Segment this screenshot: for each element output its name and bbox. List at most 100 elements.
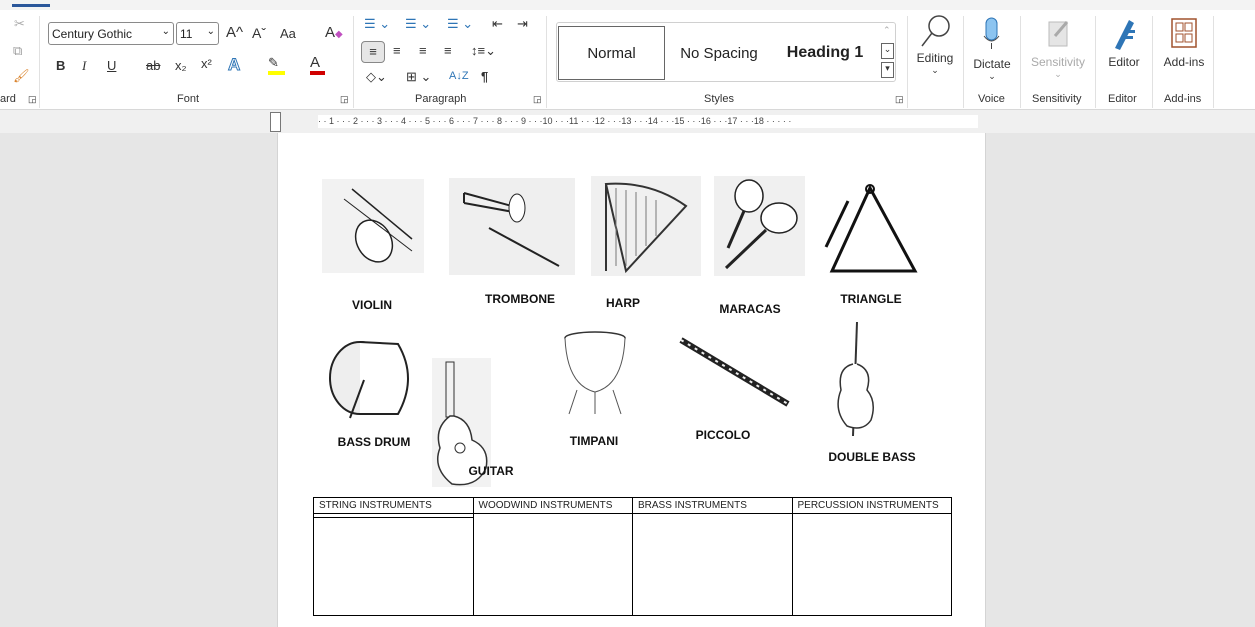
- maracas-image: [714, 176, 805, 276]
- instrument-label: GUITAR: [468, 464, 514, 478]
- bullets-icon[interactable]: ☰ ⌄: [364, 16, 390, 32]
- font-color-letter: A: [310, 54, 321, 71]
- table-header-cell[interactable]: BRASS INSTRUMENTS: [632, 497, 793, 514]
- piccolo-image: [679, 337, 790, 407]
- style-no-spacing[interactable]: No Spacing: [668, 26, 770, 80]
- add-ins-button[interactable]: Add-ins: [1160, 16, 1208, 69]
- shrink-font-button[interactable]: Aˇ: [252, 25, 266, 41]
- triangle-image: [824, 184, 918, 273]
- microphone-icon: [983, 17, 1000, 49]
- timpani-image: [564, 331, 626, 415]
- double-bass-image: [837, 321, 874, 437]
- instrument-label: HARP: [605, 296, 641, 310]
- violin-image: [322, 179, 424, 273]
- table-cell[interactable]: [791, 513, 952, 616]
- change-case-button[interactable]: Aa: [280, 26, 296, 41]
- editing-label: Editing: [916, 51, 954, 65]
- italic-button[interactable]: I: [82, 58, 86, 74]
- title-bar: [0, 0, 1255, 10]
- instrument-label: TRIANGLE: [840, 292, 902, 306]
- ribbon: ✂ ⧉ 🖌 ard ◲ Century Gothic ⌄ 11 ⌄ A^ Aˇ Aa…: [0, 10, 1255, 110]
- styles-scroll-down-icon[interactable]: ⌄: [881, 43, 894, 59]
- bass-drum-image: [329, 341, 409, 419]
- text-effects-button[interactable]: A: [227, 55, 240, 75]
- style-normal[interactable]: Normal: [558, 26, 665, 80]
- cut-icon[interactable]: ✂: [14, 16, 25, 32]
- instrument-label: VIOLIN: [351, 298, 393, 312]
- instrument-classification-table: STRING INSTRUMENTS WOODWIND INSTRUMENTS …: [313, 497, 952, 616]
- show-formatting-button[interactable]: ¶: [481, 69, 488, 84]
- instrument-label: MARACAS: [719, 302, 781, 316]
- font-dialog-launcher-icon[interactable]: ◲: [340, 94, 349, 105]
- add-ins-label: Add-ins: [1163, 55, 1205, 69]
- editor-pen-icon: [1115, 20, 1135, 50]
- bold-button[interactable]: B: [56, 58, 65, 73]
- styles-gallery: Normal No Spacing Heading 1 ⌃ ⌄ ▾: [556, 22, 896, 82]
- font-name-value: Century Gothic: [52, 27, 133, 41]
- chevron-down-icon: ⌄: [161, 26, 170, 37]
- paintbrush-icon[interactable]: 🖌: [13, 68, 30, 84]
- styles-more-icon[interactable]: ▾: [881, 62, 894, 78]
- multilevel-list-icon[interactable]: ☰ ⌄: [447, 16, 473, 32]
- copy-icon[interactable]: ⧉: [13, 43, 22, 59]
- styles-dialog-launcher-icon[interactable]: ◲: [895, 94, 904, 105]
- table-cell[interactable]: [313, 513, 474, 616]
- editor-label: Editor: [1108, 55, 1140, 69]
- trombone-image: [449, 178, 575, 275]
- shading-icon[interactable]: ◇⌄: [366, 69, 387, 85]
- instrument-label: BASS DRUM: [337, 435, 411, 449]
- paragraph-dialog-launcher-icon[interactable]: ◲: [533, 94, 542, 105]
- highlighter-icon: ✎: [268, 55, 279, 70]
- font-color-button[interactable]: A: [310, 54, 325, 75]
- sensitivity-button[interactable]: Sensitivity ⌄: [1027, 16, 1089, 80]
- active-tab-indicator: [12, 4, 50, 7]
- voice-group-label: Voice: [978, 93, 1005, 105]
- justify-icon[interactable]: ≡: [444, 43, 452, 58]
- align-left-icon[interactable]: ≡: [361, 41, 385, 63]
- chevron-down-icon: ⌄: [988, 71, 996, 81]
- dictate-button[interactable]: Dictate ⌄: [970, 16, 1014, 82]
- cell-divider: [314, 517, 473, 518]
- sort-button[interactable]: A↓Z: [449, 70, 469, 82]
- table-cell[interactable]: [632, 513, 793, 616]
- strikethrough-button[interactable]: ab: [146, 58, 160, 73]
- style-heading-1[interactable]: Heading 1: [777, 26, 873, 80]
- table-cell[interactable]: [472, 513, 633, 616]
- dictate-label: Dictate: [973, 57, 1011, 71]
- add-ins-group-label: Add-ins: [1164, 93, 1202, 105]
- align-right-icon[interactable]: ≡: [419, 43, 427, 58]
- paragraph-group-label: Paragraph: [415, 93, 467, 105]
- subscript-button[interactable]: x₂: [175, 58, 187, 73]
- table-header-cell[interactable]: STRING INSTRUMENTS: [313, 497, 474, 514]
- highlight-button[interactable]: ✎: [268, 55, 285, 75]
- font-size-value: 11: [180, 27, 193, 41]
- chevron-down-icon: ⌄: [206, 26, 215, 37]
- instrument-label: PICCOLO: [695, 428, 751, 442]
- clear-formatting-icon[interactable]: A◆: [325, 24, 343, 41]
- styles-group-label: Styles: [704, 93, 734, 105]
- line-spacing-icon[interactable]: ↕≡⌄: [471, 43, 496, 59]
- numbering-icon[interactable]: ☰ ⌄: [405, 16, 431, 32]
- font-name-combo[interactable]: Century Gothic ⌄: [48, 22, 174, 45]
- increase-indent-icon[interactable]: ⇥: [517, 16, 528, 32]
- table-header-cell[interactable]: PERCUSSION INSTRUMENTS: [791, 497, 952, 514]
- chevron-down-icon: ⌄: [1054, 69, 1062, 79]
- indent-marker-icon[interactable]: [270, 112, 281, 132]
- decrease-indent-icon[interactable]: ⇤: [492, 16, 503, 32]
- sensitivity-group-label: Sensitivity: [1032, 93, 1082, 105]
- underline-button[interactable]: U: [107, 58, 116, 73]
- font-size-combo[interactable]: 11 ⌄: [176, 22, 219, 45]
- grow-font-button[interactable]: A^: [226, 24, 243, 41]
- ruler-scale: · · 1 · · · 2 · · · 3 · · · 4 · · · 5 · …: [318, 115, 978, 128]
- table-header-cell[interactable]: WOODWIND INSTRUMENTS: [472, 497, 633, 514]
- editing-button[interactable]: Editing ⌄: [916, 14, 954, 76]
- align-center-icon[interactable]: ≡: [393, 43, 401, 58]
- sensitivity-label: Sensitivity: [1030, 55, 1086, 69]
- clipboard-dialog-launcher-icon[interactable]: ◲: [28, 94, 37, 105]
- borders-icon[interactable]: ⊞ ⌄: [406, 69, 431, 85]
- clipboard-group-label: ard: [0, 93, 16, 105]
- editor-group-label: Editor: [1108, 93, 1137, 105]
- editor-button[interactable]: Editor: [1103, 16, 1145, 69]
- superscript-button[interactable]: x²: [201, 56, 212, 71]
- styles-scroll-up-icon[interactable]: ⌃: [883, 25, 891, 36]
